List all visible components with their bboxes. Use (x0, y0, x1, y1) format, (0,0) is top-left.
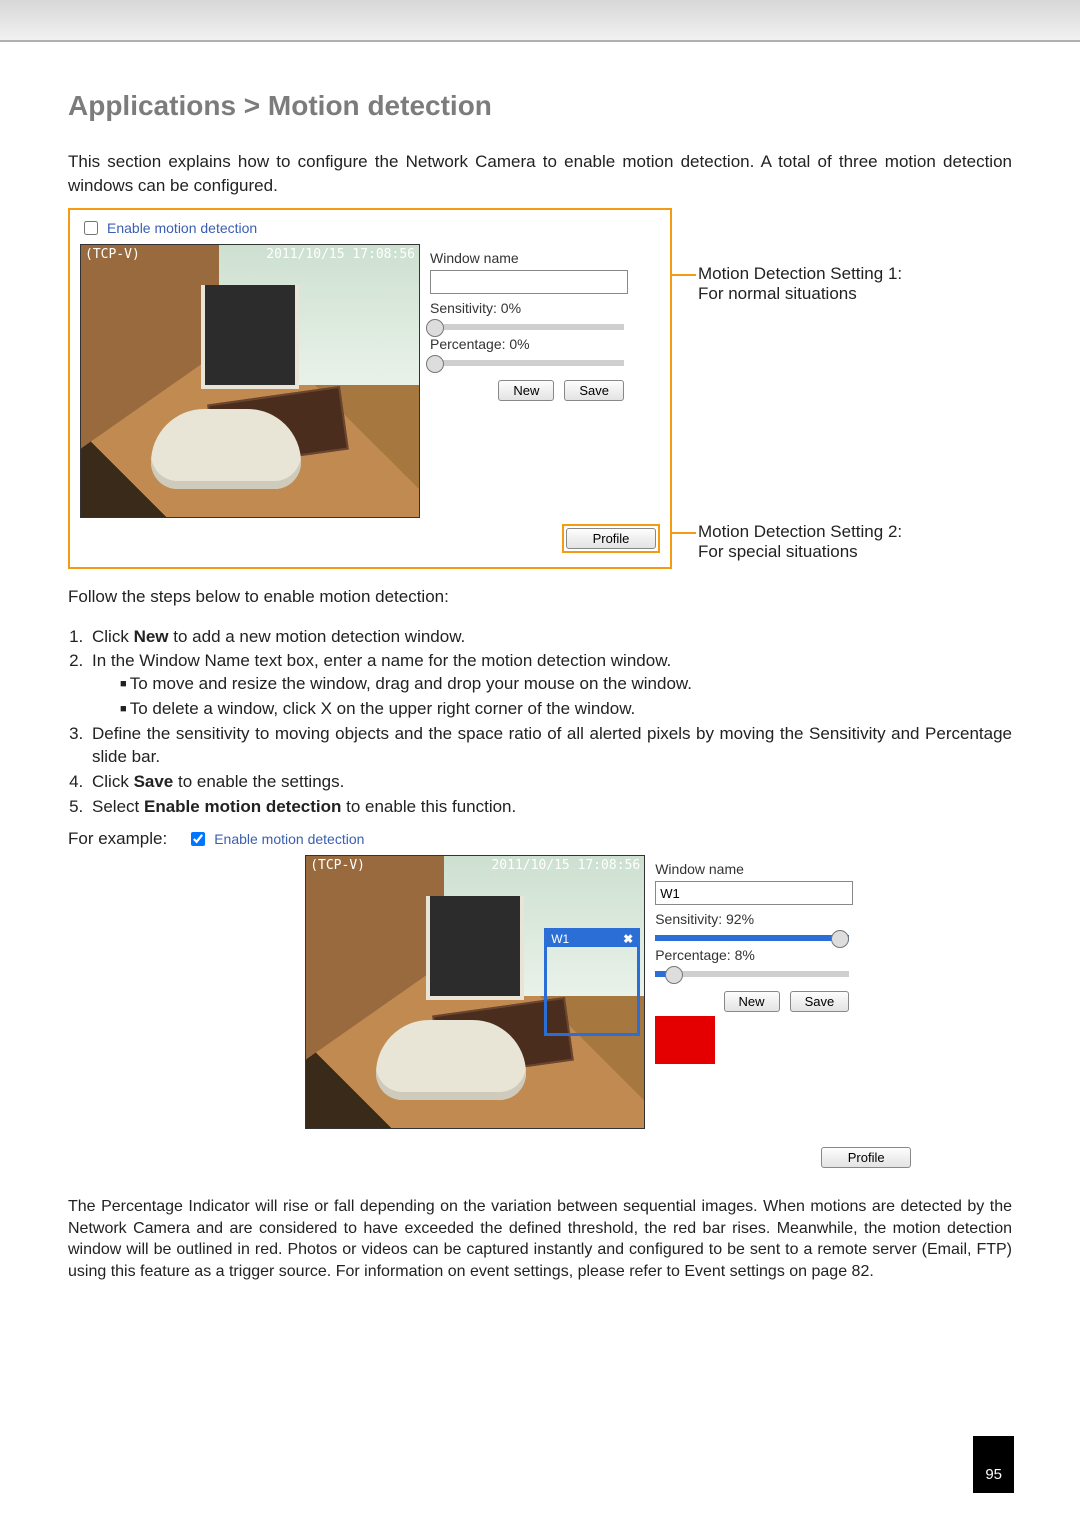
video-timestamp-2: 2011/10/15 17:08:56 (491, 858, 640, 873)
enable-motion-checkbox-1[interactable] (84, 221, 98, 235)
profile-button-2[interactable]: Profile (821, 1147, 911, 1168)
video-source-label: (TCP-V) (85, 247, 140, 262)
section-heading: Applications > Motion detection (68, 90, 1012, 122)
step-3: Define the sensitivity to moving objects… (88, 723, 1012, 769)
step-2: In the Window Name text box, enter a nam… (88, 650, 1012, 721)
header-rule (0, 40, 1080, 42)
enable-motion-checkbox-2[interactable] (191, 832, 205, 846)
step-1: Click New to add a new motion detection … (88, 626, 1012, 649)
motion-window-w1[interactable]: W1 ✖ (544, 928, 640, 1036)
sensitivity-slider-1[interactable] (430, 324, 624, 330)
step-2a: To move and resize the window, drag and … (116, 673, 1012, 696)
percentage-slider-2[interactable] (655, 971, 849, 977)
intro-paragraph: This section explains how to configure t… (68, 150, 1012, 198)
window-name-label: Window name (430, 250, 650, 266)
close-icon[interactable]: ✖ (623, 932, 633, 946)
motion-panel-1: Enable motion detection (TCP-V) 2011/10/… (68, 208, 672, 569)
sensitivity-slider-2[interactable] (655, 935, 849, 941)
for-example-label: For example: (68, 829, 167, 849)
steps-intro: Follow the steps below to enable motion … (68, 586, 1012, 609)
new-button-2[interactable]: New (724, 991, 780, 1012)
video-source-label-2: (TCP-V) (310, 858, 365, 873)
percentage-label: Percentage: 0% (430, 336, 650, 352)
page-number: 95 (973, 1436, 1014, 1493)
new-button-1[interactable]: New (498, 380, 554, 401)
motion-window-title: W1 (551, 932, 569, 946)
window-name-input-2[interactable] (655, 881, 853, 905)
video-preview-1: (TCP-V) 2011/10/15 17:08:56 (80, 244, 420, 518)
save-button-2[interactable]: Save (790, 991, 850, 1012)
step-5: Select Enable motion detection to enable… (88, 796, 1012, 819)
callout-1: Motion Detection Setting 1:For normal si… (698, 264, 902, 304)
window-name-label-2: Window name (655, 861, 875, 877)
percentage-label-2: Percentage: 8% (655, 947, 875, 963)
sensitivity-label: Sensitivity: 0% (430, 300, 650, 316)
video-timestamp: 2011/10/15 17:08:56 (266, 247, 415, 262)
step-4: Click Save to enable the settings. (88, 771, 1012, 794)
steps-block: Follow the steps below to enable motion … (68, 586, 1012, 819)
callout-2: Motion Detection Setting 2:For special s… (698, 522, 902, 562)
save-button-1[interactable]: Save (564, 380, 624, 401)
percentage-slider-1[interactable] (430, 360, 624, 366)
step-2b: To delete a window, click X on the upper… (116, 698, 1012, 721)
closing-paragraph: The Percentage Indicator will rise or fa… (68, 1196, 1012, 1282)
motion-panel-2: (TCP-V) 2011/10/15 17:08:56 W1 ✖ Window n… (305, 855, 911, 1182)
header-band (0, 0, 1080, 40)
enable-motion-label-2: Enable motion detection (214, 831, 364, 847)
motion-indicator-bar (655, 1016, 715, 1064)
window-name-input-1[interactable] (430, 270, 628, 294)
sensitivity-label-2: Sensitivity: 92% (655, 911, 875, 927)
profile-button-1[interactable]: Profile (566, 528, 656, 549)
video-preview-2: (TCP-V) 2011/10/15 17:08:56 W1 ✖ (305, 855, 645, 1129)
enable-motion-label: Enable motion detection (107, 220, 257, 236)
